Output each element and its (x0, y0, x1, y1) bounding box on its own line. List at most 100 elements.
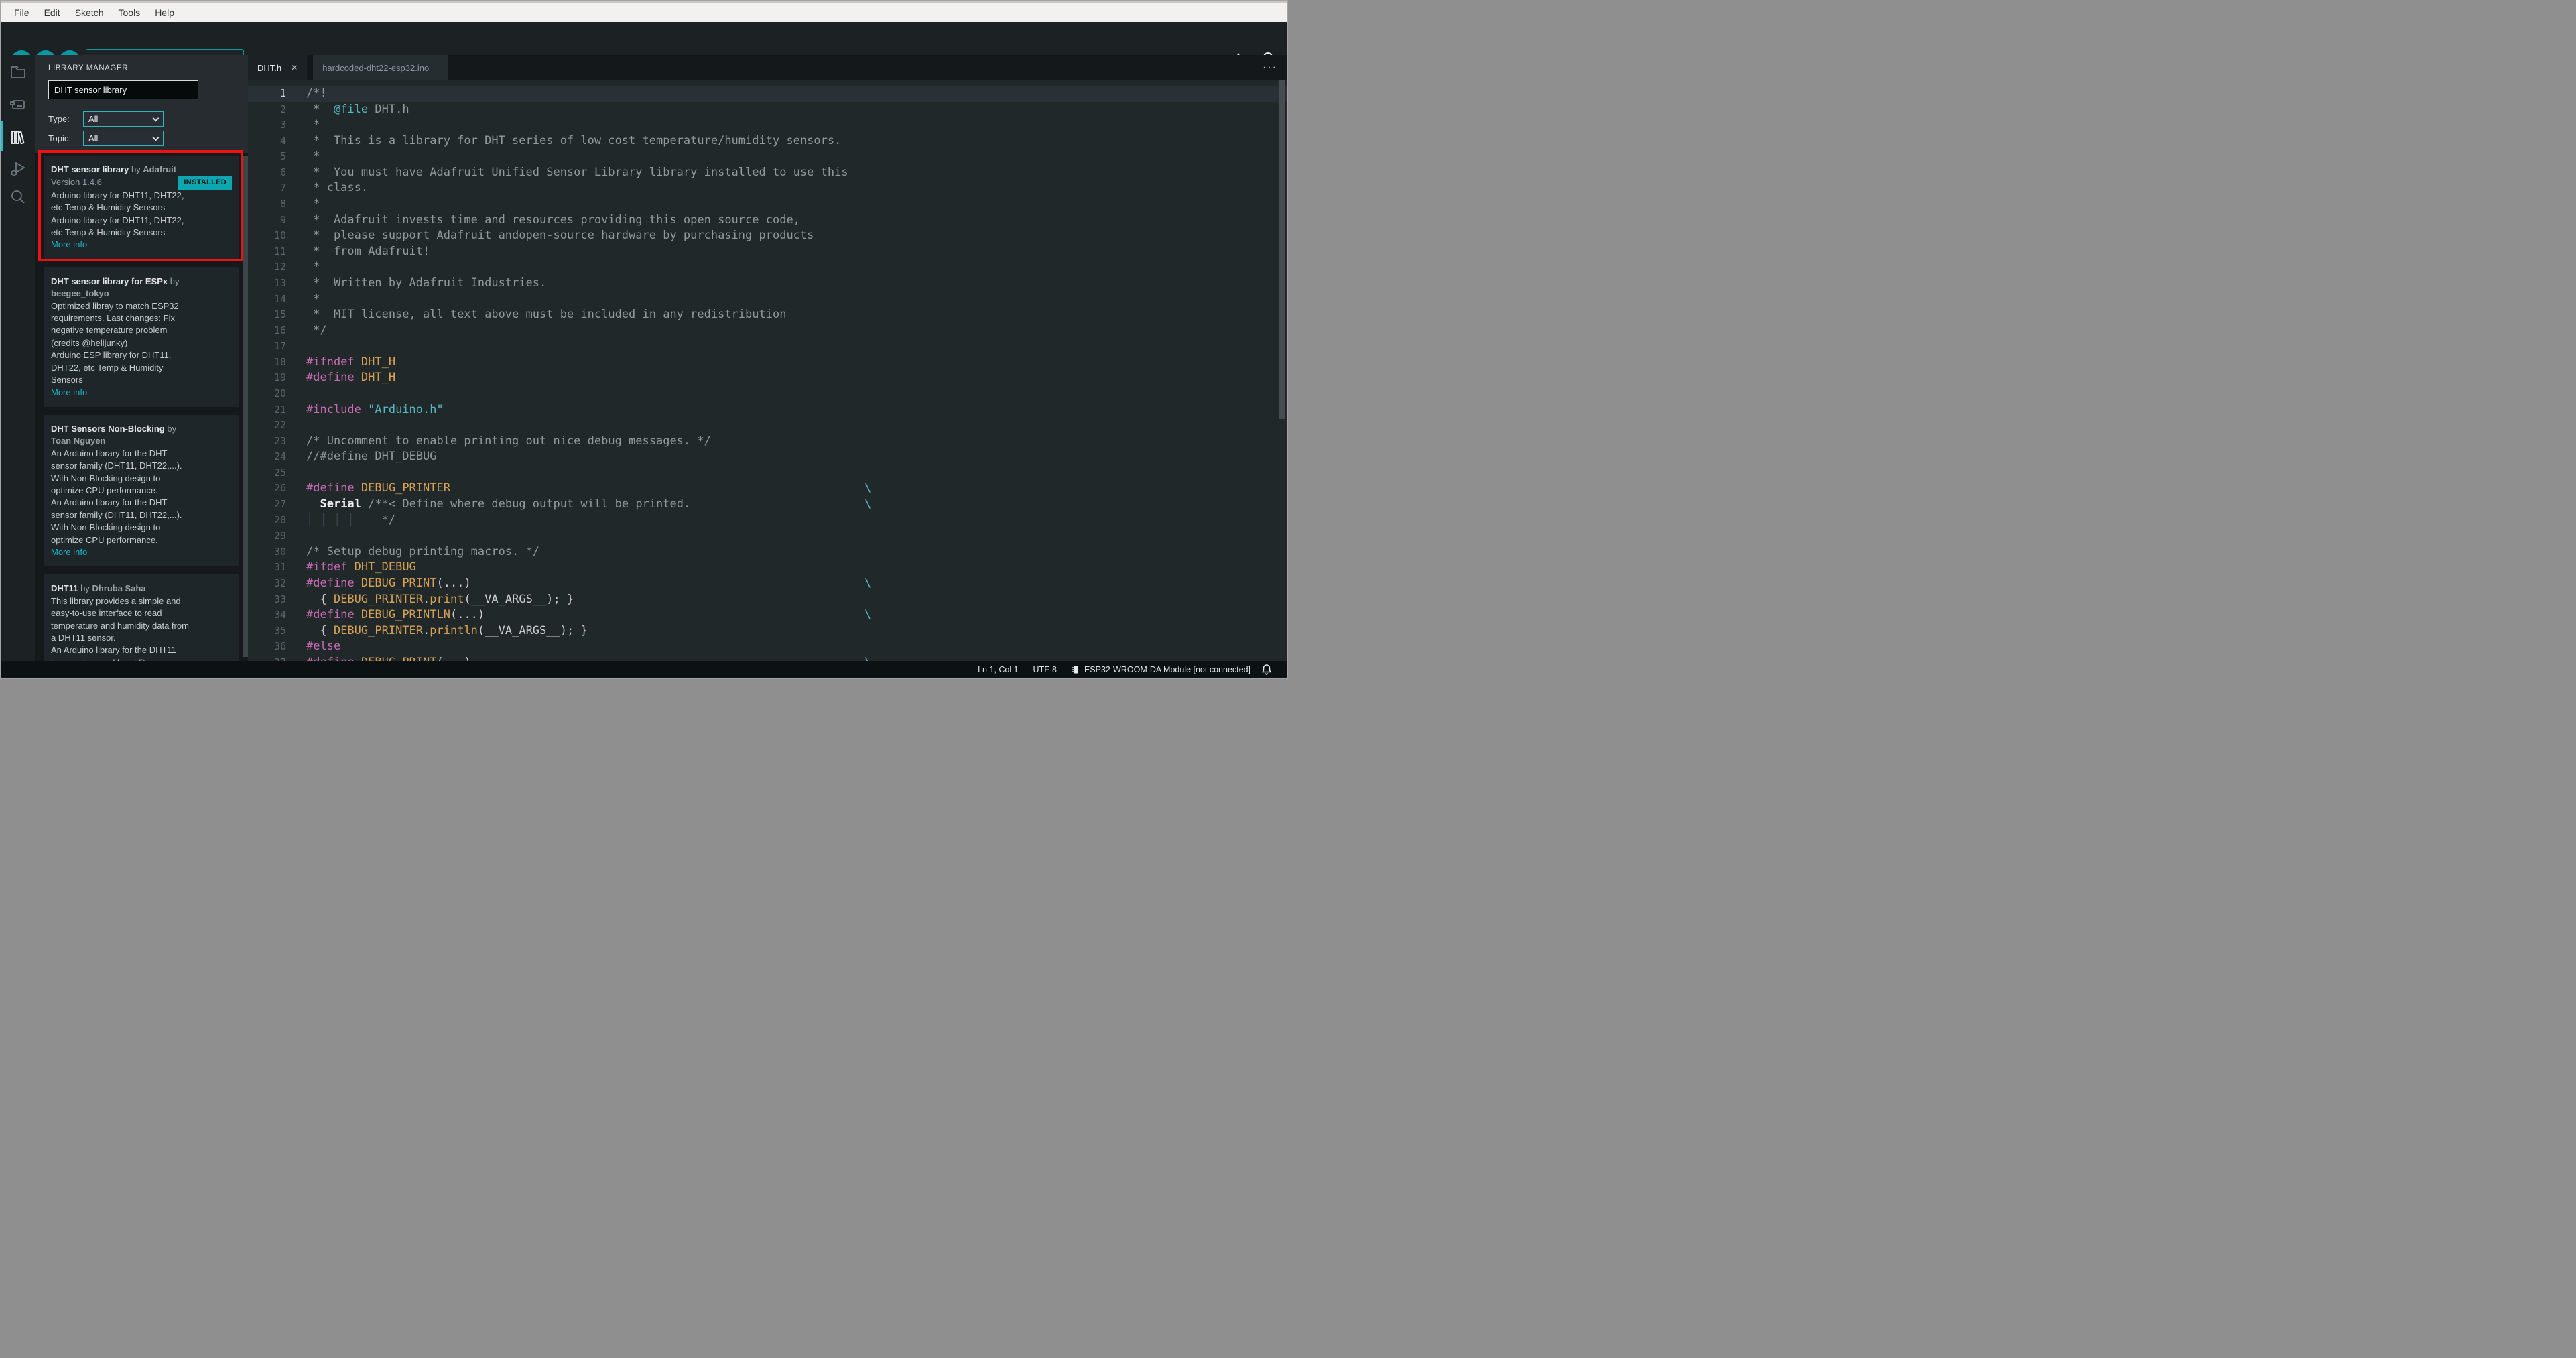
menubar: File Edit Sketch Tools Help (1, 3, 1287, 22)
statusbar: Ln 1, Col 1 UTF-8 ESP32-WROOM-DA Module … (1, 661, 1287, 678)
code-line: 22 (248, 418, 1287, 434)
menu-item-help[interactable]: Help (147, 5, 182, 21)
code-line: 12 * (248, 259, 1287, 275)
sidebar-item-debug[interactable] (9, 160, 27, 178)
code-editor[interactable]: 1/*! 2 * @file DHT.h 3 * 4 * This is a libr… (248, 80, 1287, 661)
code-line: 8 * (248, 196, 1287, 212)
library-entry-description: Arduino ESP library for DHT11, (51, 350, 172, 361)
library-entry[interactable]: DHT sensor library by Adafruit Version 1.… (44, 156, 239, 259)
library-entry-description: (credits @helijunky) (51, 337, 128, 348)
tab-hardcoded-dht22-esp32-ino[interactable]: hardcoded-dht22-esp32.ino (313, 55, 448, 80)
file-encoding[interactable]: UTF-8 (1033, 665, 1057, 674)
code-line: 2 * @file DHT.h (248, 102, 1287, 118)
chevron-down-icon (152, 134, 159, 141)
editor-scrollbar[interactable] (1279, 80, 1285, 419)
menu-item-edit[interactable]: Edit (37, 5, 68, 21)
sidebar-item-boards-manager[interactable] (9, 96, 27, 113)
library-list-scrollbar[interactable] (243, 156, 248, 657)
library-entry-title: DHT sensor library by Adafruit (51, 164, 177, 174)
code-line: 13 * Written by Adafruit Industries. (248, 275, 1287, 292)
code-line: 36 #else (248, 639, 1287, 655)
sidebar-item-sketchbook[interactable] (9, 63, 27, 80)
notifications-button[interactable] (1261, 664, 1272, 675)
type-filter-dropdown[interactable]: All (83, 111, 164, 127)
code-line: 16 */ (248, 323, 1287, 339)
debug-icon (11, 162, 25, 176)
code-line: 5 * (248, 149, 1287, 165)
library-search-input[interactable] (48, 80, 198, 99)
line-number: 8 (279, 198, 286, 210)
bell-icon (1261, 664, 1272, 675)
library-entry-description: Sensors (51, 375, 83, 385)
library-entry[interactable]: DHT11 by Dhruba Saha This library provide… (44, 574, 239, 661)
more-info-link[interactable]: More info (51, 546, 232, 558)
cursor-position[interactable]: Ln 1, Col 1 (978, 665, 1018, 674)
chevron-down-icon (152, 115, 159, 121)
more-info-link[interactable]: More info (51, 387, 232, 399)
close-icon[interactable]: ✕ (291, 63, 298, 72)
code-line: 17 (248, 338, 1287, 355)
sidebar-item-search[interactable] (9, 188, 27, 206)
line-number: 36 (273, 640, 286, 653)
library-entry-description: optimize CPU performance. (51, 534, 158, 545)
library-entry-description: requirements. Last changes: Fix (51, 313, 175, 324)
line-number: 12 (273, 261, 286, 273)
line-number: 29 (273, 530, 286, 542)
library-entry[interactable]: DHT Sensors Non-Blocking by Toan Nguyen An… (44, 414, 239, 567)
code-line: 34 #define DEBUG_PRINTLN(...) \ (248, 607, 1287, 623)
library-results-list: DHT sensor library by Adafruit Version 1.… (35, 153, 248, 661)
tab-overflow-menu[interactable]: ··· (1263, 62, 1277, 74)
library-entry-title: Toan Nguyen (51, 436, 106, 446)
line-number: 13 (273, 276, 286, 289)
line-continuation-backslash: \ (864, 481, 872, 495)
library-entry-description: An Arduino library for the DHT11 (51, 645, 176, 656)
library-entry-description: temperature and humidity data from (51, 620, 189, 631)
line-number: 31 (273, 561, 286, 574)
line-number: 30 (273, 545, 286, 558)
library-entry-description: optimize CPU performance. (51, 485, 158, 495)
library-manager-panel: LIBRARY MANAGER Type: All Topic: All DHT… (35, 55, 248, 661)
line-number: 19 (273, 371, 286, 384)
library-entry-description: sensor family (DHT11, DHT22,...). (51, 509, 182, 520)
line-number: 33 (273, 593, 286, 605)
code-line: 25 (248, 465, 1287, 481)
board-icon (10, 100, 25, 109)
arduino-ide-window: FileEditSketchToolsHelp ESP32 (0, 0, 1288, 679)
library-entry-description: etc Temp & Humidity Sensors (51, 227, 166, 238)
line-number: 26 (273, 482, 286, 495)
toolbar: ESP32-WROOM-DA Module (1, 22, 1287, 73)
code-line: 26 #define DEBUG_PRINTER \ (248, 481, 1287, 497)
line-continuation-backslash: \ (864, 576, 872, 590)
menu-item-tools[interactable]: Tools (111, 5, 148, 21)
code-line: 9 * Adafruit invests time and resources … (248, 212, 1287, 229)
library-entry-description: With Non-Blocking design to (51, 522, 161, 533)
code-line: 18 #ifndef DHT_H (248, 355, 1287, 371)
line-number: 1 (279, 87, 286, 99)
code-line: 3 * (248, 117, 1287, 133)
topic-filter-dropdown[interactable]: All (83, 131, 164, 146)
sidebar-item-library-manager[interactable] (9, 129, 27, 146)
board-status[interactable]: ESP32-WROOM-DA Module [not connected] (1072, 665, 1250, 674)
line-number: 7 (279, 182, 286, 194)
type-filter-value: All (88, 114, 99, 124)
code-line: 19 #define DHT_H (248, 370, 1287, 386)
line-number: 15 (273, 308, 286, 321)
code-line: 15 * MIT license, all text above must be… (248, 307, 1287, 323)
menu-item-file[interactable]: File (7, 5, 37, 21)
topic-filter-label: Topic: (48, 133, 71, 143)
line-number: 28 (273, 513, 286, 526)
library-entry-title: DHT11 by Dhruba Saha (51, 583, 146, 594)
chip-icon (1072, 666, 1078, 673)
menu-item-sketch[interactable]: Sketch (68, 5, 111, 21)
line-number: 34 (273, 609, 286, 621)
code-line: 4 * This is a library for DHT series of … (248, 133, 1287, 149)
more-info-link[interactable]: More info (51, 239, 232, 251)
line-number: 22 (273, 419, 286, 432)
editor-pane: DHT.h ✕ hardcoded-dht22-esp32.ino ··· 1/… (248, 55, 1287, 661)
tab-dht-h[interactable]: DHT.h ✕ (248, 55, 308, 80)
library-entry-title: beegee_tokyo (51, 288, 109, 299)
line-number: 23 (273, 434, 286, 447)
code-line: 33 { DEBUG_PRINTER.print(__VA_ARGS__); } (248, 592, 1287, 608)
library-entry-title: DHT Sensors Non-Blocking by (51, 423, 177, 434)
library-entry[interactable]: DHT sensor library for ESPx by beegee_tok… (44, 267, 239, 407)
